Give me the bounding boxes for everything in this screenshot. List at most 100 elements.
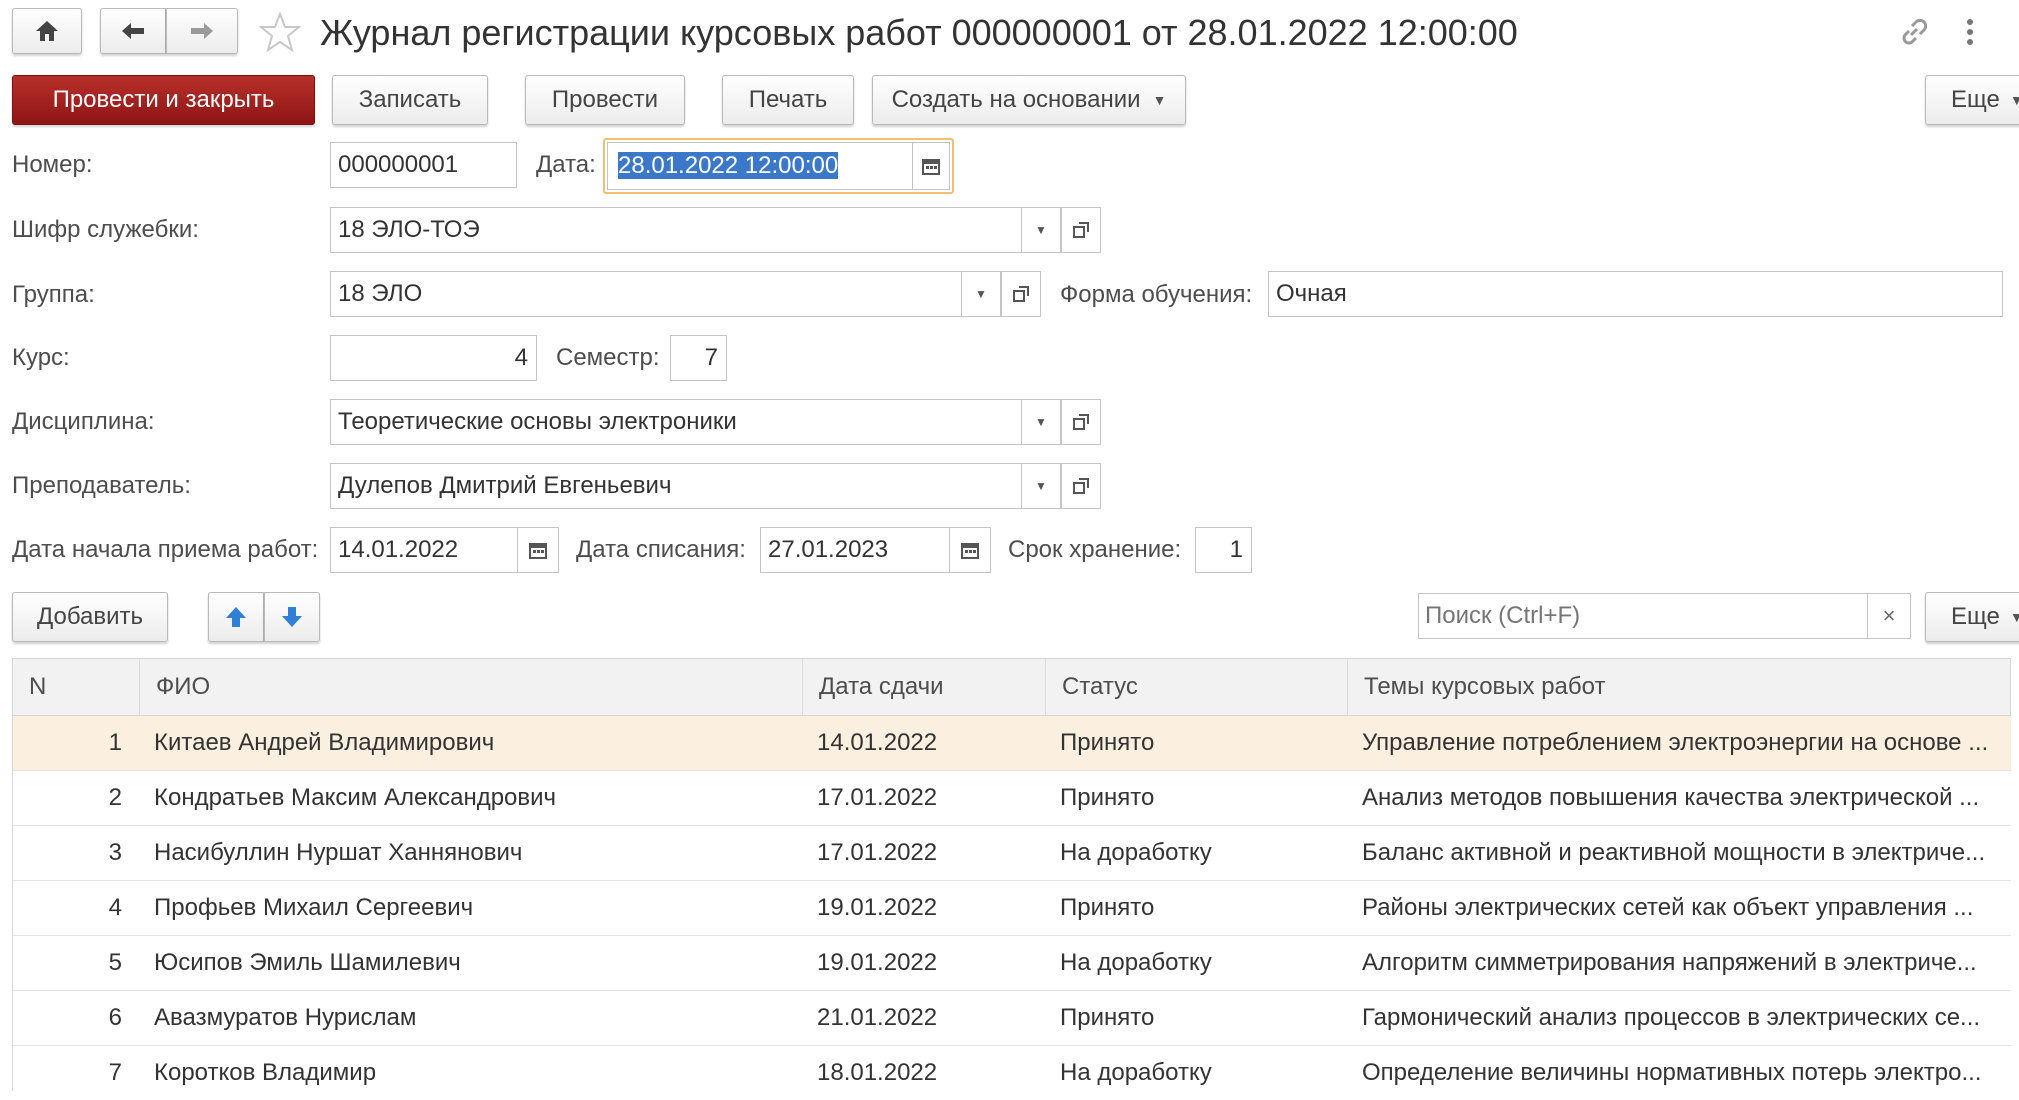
table-row[interactable]: 1 Китаев Андрей Владимирович 14.01.2022 …	[12, 716, 2011, 771]
move-up-button[interactable]	[208, 592, 264, 642]
teacher-dropdown-button[interactable]: ▼	[1021, 463, 1061, 509]
group-open-button[interactable]	[1001, 271, 1041, 317]
post-button[interactable]: Провести	[525, 75, 685, 125]
table-row[interactable]: 4 Профьев Михаил Сергеевич 19.01.2022 Пр…	[12, 881, 2011, 936]
storage-label: Срок хранение:	[1008, 536, 1182, 563]
teacher-open-button[interactable]	[1061, 463, 1101, 509]
save-button[interactable]: Записать	[332, 75, 488, 125]
search-input[interactable]	[1418, 593, 1868, 639]
storage-field[interactable]: 1	[1195, 527, 1252, 573]
row-date: 17.01.2022	[817, 784, 938, 811]
table-header: N ФИО Дата сдачи Статус Темы курсовых ра…	[12, 658, 2011, 716]
date-field[interactable]: 28.01.2022 12:00:00	[603, 138, 954, 194]
calendar-icon	[922, 159, 940, 175]
row-date: 17.01.2022	[817, 839, 938, 866]
row-number: 3	[108, 839, 122, 866]
group-dropdown-button[interactable]: ▼	[961, 271, 1001, 317]
semester-label: Семестр:	[556, 344, 660, 371]
start-date-calendar-button[interactable]	[517, 527, 559, 573]
star-icon	[258, 11, 302, 53]
discipline-open-button[interactable]	[1061, 399, 1101, 445]
table-row[interactable]: 6 Авазмуратов Нурислам 21.01.2022 Принят…	[12, 991, 2011, 1046]
start-date-field[interactable]: 14.01.2022	[330, 527, 518, 573]
create-based-button[interactable]: Создать на основании ▼	[872, 75, 1186, 125]
row-topic: Гармонический анализ процессов в электри…	[1362, 1004, 1981, 1031]
dropdown-icon: ▼	[1035, 415, 1047, 429]
row-number: 6	[108, 1004, 122, 1031]
row-topic: Баланс активной и реактивной мощности в …	[1362, 839, 1986, 866]
group-label: Группа:	[12, 281, 95, 308]
dropdown-icon: ▼	[2009, 609, 2019, 625]
row-fio: Китаев Андрей Владимирович	[154, 729, 495, 756]
course-field[interactable]: 4	[330, 335, 537, 381]
semester-field[interactable]: 7	[670, 335, 727, 381]
row-fio: Насибуллин Нуршат Ханнянович	[154, 839, 523, 866]
row-date: 18.01.2022	[817, 1059, 938, 1086]
dropdown-icon: ▼	[975, 287, 987, 301]
writeoff-field[interactable]: 27.01.2023	[760, 527, 950, 573]
date-calendar-button[interactable]	[912, 142, 950, 190]
table-row[interactable]: 3 Насибуллин Нуршат Ханнянович 17.01.202…	[12, 826, 2011, 881]
column-n[interactable]: N	[13, 659, 139, 715]
study-form-field[interactable]: Очная	[1268, 271, 2003, 317]
row-fio: Авазмуратов Нурислам	[154, 1004, 417, 1031]
study-form-value: Очная	[1276, 280, 1347, 307]
row-fio: Профьев Михаил Сергеевич	[154, 894, 474, 921]
teacher-field[interactable]: Дулепов Дмитрий Евгеньевич	[330, 463, 1022, 509]
back-icon	[122, 23, 144, 39]
column-topic[interactable]: Темы курсовых работ	[1347, 659, 2012, 715]
more-menu-button[interactable]	[1958, 14, 1982, 50]
table-more-label: Еще	[1951, 603, 2000, 630]
row-number: 7	[108, 1059, 122, 1086]
start-date-label: Дата начала приема работ:	[12, 536, 319, 563]
link-button[interactable]	[1896, 14, 1932, 50]
create-based-label: Создать на основании	[891, 86, 1141, 113]
move-down-button[interactable]	[264, 592, 320, 642]
table-row[interactable]: 5 Юсипов Эмиль Шамилевич 19.01.2022 На д…	[12, 936, 2011, 991]
row-fio: Коротков Владимир	[154, 1059, 377, 1086]
row-status: Принято	[1060, 1004, 1155, 1031]
row-date: 21.01.2022	[817, 1004, 938, 1031]
row-topic: Анализ методов повышения качества электр…	[1362, 784, 1980, 811]
column-date[interactable]: Дата сдачи	[802, 659, 1045, 715]
cipher-open-button[interactable]	[1061, 207, 1101, 253]
table-row[interactable]: 7 Коротков Владимир 18.01.2022 На дорабо…	[12, 1046, 2011, 1091]
back-button[interactable]	[100, 8, 166, 54]
calendar-icon	[529, 543, 547, 559]
discipline-field[interactable]: Теоретические основы электроники	[330, 399, 1022, 445]
post-and-close-button[interactable]: Провести и закрыть	[12, 75, 315, 125]
column-fio[interactable]: ФИО	[139, 659, 802, 715]
row-status: Принято	[1060, 894, 1155, 921]
date-value: 28.01.2022 12:00:00	[618, 152, 839, 179]
table-more-button[interactable]: Еще ▼	[1925, 592, 2019, 642]
row-topic: Алгоритм симметрирования напряжений в эл…	[1362, 949, 1977, 976]
column-status[interactable]: Статус	[1045, 659, 1347, 715]
search-clear-button[interactable]: ×	[1867, 593, 1911, 639]
writeoff-calendar-button[interactable]	[949, 527, 991, 573]
cipher-dropdown-button[interactable]: ▼	[1021, 207, 1061, 253]
group-field[interactable]: 18 ЭЛО	[330, 271, 962, 317]
calendar-icon	[961, 543, 979, 559]
date-label: Дата:	[536, 151, 596, 178]
row-date: 19.01.2022	[817, 894, 938, 921]
dropdown-icon: ▼	[2009, 92, 2019, 108]
discipline-dropdown-button[interactable]: ▼	[1021, 399, 1061, 445]
forward-button[interactable]	[166, 8, 238, 54]
home-button[interactable]	[12, 8, 82, 54]
open-icon	[1013, 286, 1029, 302]
more-vert-icon	[1967, 19, 1973, 45]
clear-icon: ×	[1882, 603, 1896, 628]
print-button[interactable]: Печать	[722, 75, 854, 125]
number-field[interactable]: 000000001	[330, 142, 517, 188]
row-status: На доработку	[1060, 1059, 1212, 1086]
table-row[interactable]: 2 Кондратьев Максим Александрович 17.01.…	[12, 771, 2011, 826]
forward-icon	[191, 23, 213, 39]
page-title: Журнал регистрации курсовых работ 000000…	[320, 12, 1518, 53]
table-left-border	[12, 716, 13, 1091]
row-status: На доработку	[1060, 839, 1212, 866]
favorite-star[interactable]	[258, 10, 302, 54]
home-icon	[36, 21, 58, 41]
add-button[interactable]: Добавить	[12, 592, 168, 642]
more-button[interactable]: Еще ▼	[1925, 75, 2019, 125]
cipher-field[interactable]: 18 ЭЛО-ТОЭ	[330, 207, 1022, 253]
